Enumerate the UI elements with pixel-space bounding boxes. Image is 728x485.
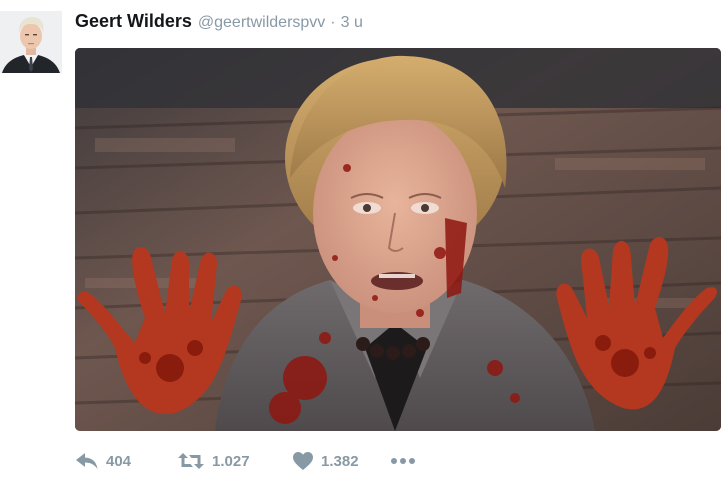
retweet-button[interactable]: 1.027 xyxy=(177,451,292,471)
reply-icon xyxy=(75,451,99,471)
avatar-image xyxy=(0,11,62,73)
tweet-actions: 404 1.027 1.382 xyxy=(75,448,416,474)
more-icon xyxy=(390,451,416,471)
reply-count: 404 xyxy=(106,452,132,470)
meta-separator: · xyxy=(330,14,336,31)
author-display-name[interactable]: Geert Wilders xyxy=(75,11,192,32)
tweet-header: Geert Wilders @geertwilderspvv · 3 u xyxy=(75,11,363,35)
like-button[interactable]: 1.382 xyxy=(292,451,390,471)
reply-button[interactable]: 404 xyxy=(75,451,177,471)
heart-icon xyxy=(292,451,314,471)
tweet-card: Geert Wilders @geertwilderspvv · 3 u 404… xyxy=(0,0,728,485)
tweet-timestamp[interactable]: 3 u xyxy=(341,14,363,32)
author-handle[interactable]: @geertwilderspvv xyxy=(198,14,325,32)
avatar[interactable] xyxy=(0,11,62,73)
retweet-count: 1.027 xyxy=(212,452,250,470)
retweet-icon xyxy=(177,451,205,471)
photo-image xyxy=(75,48,721,431)
like-count: 1.382 xyxy=(321,452,359,470)
more-options-button[interactable] xyxy=(390,451,416,471)
tweet-media-photo[interactable] xyxy=(75,48,721,431)
